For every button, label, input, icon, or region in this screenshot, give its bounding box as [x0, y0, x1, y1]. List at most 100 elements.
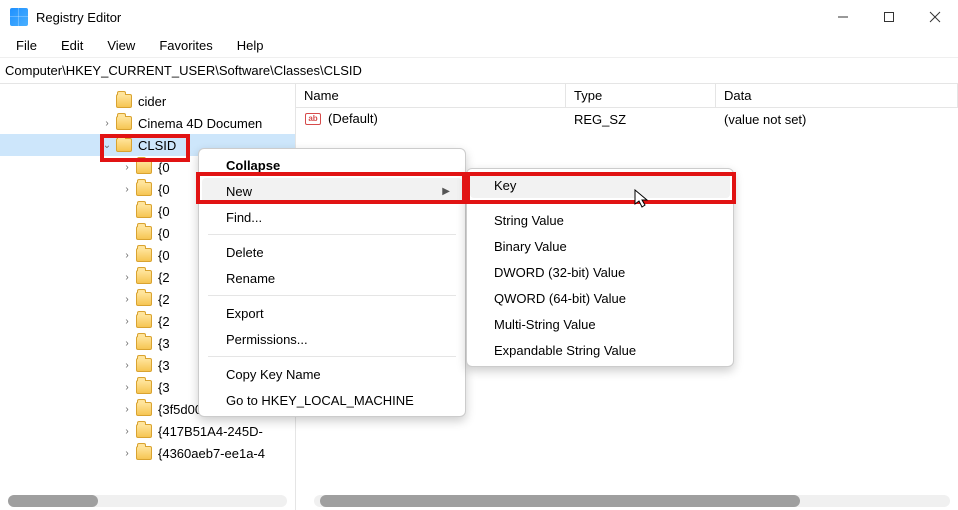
menu-separator [208, 234, 456, 235]
expand-icon[interactable]: › [120, 184, 134, 195]
menu-item[interactable]: String Value [470, 207, 730, 233]
expand-icon[interactable]: › [120, 448, 134, 459]
expand-icon[interactable]: › [120, 294, 134, 305]
menu-bar: File Edit View Favorites Help [0, 34, 958, 58]
col-type[interactable]: Type [566, 84, 716, 107]
value-row[interactable]: ab (Default) REG_SZ (value not set) [296, 108, 958, 130]
tree-label: {0 [158, 204, 170, 219]
menu-item[interactable]: DWORD (32-bit) Value [470, 259, 730, 285]
menu-item-label: Export [226, 306, 264, 321]
menu-item-label: Find... [226, 210, 262, 225]
folder-icon [136, 160, 152, 174]
menu-item-label: Rename [226, 271, 275, 286]
col-data[interactable]: Data [716, 84, 958, 107]
menu-item-label: Multi-String Value [494, 317, 596, 332]
expand-icon[interactable]: › [120, 404, 134, 415]
window-title: Registry Editor [36, 10, 121, 25]
folder-icon [136, 248, 152, 262]
menu-item[interactable]: Collapse [202, 152, 462, 178]
menu-item[interactable]: Multi-String Value [470, 311, 730, 337]
menu-favorites[interactable]: Favorites [147, 36, 224, 55]
tree-node[interactable]: › Cinema 4D Documen [0, 112, 295, 134]
tree-node[interactable]: cider [0, 90, 295, 112]
menu-item[interactable]: Key [470, 172, 730, 198]
tree-label: {2 [158, 292, 170, 307]
folder-icon [136, 380, 152, 394]
folder-icon [116, 138, 132, 152]
menu-item-label: Go to HKEY_LOCAL_MACHINE [226, 393, 414, 408]
expand-icon[interactable]: › [120, 250, 134, 261]
submenu-new[interactable]: Key String Value Binary Value DWORD (32-bit… [466, 168, 734, 367]
menu-item-label: New [226, 184, 252, 199]
value-name: (Default) [328, 111, 378, 126]
menu-item-label: DWORD (32-bit) Value [494, 265, 625, 280]
folder-icon [136, 270, 152, 284]
menu-item-label: QWORD (64-bit) Value [494, 291, 626, 306]
expand-icon[interactable]: › [120, 338, 134, 349]
expand-icon[interactable]: › [120, 426, 134, 437]
maximize-button[interactable] [866, 0, 912, 34]
menu-item[interactable]: Delete [202, 239, 462, 265]
menu-item-label: Key [494, 178, 516, 193]
menu-item[interactable]: Binary Value [470, 233, 730, 259]
string-value-icon: ab [304, 111, 322, 127]
tree-h-scrollbar[interactable] [8, 495, 287, 507]
tree-label: {3 [158, 358, 170, 373]
minimize-button[interactable] [820, 0, 866, 34]
menu-item[interactable]: Permissions... [202, 326, 462, 352]
menu-item-label: Collapse [226, 158, 280, 173]
menu-item[interactable]: New▶ [202, 178, 462, 204]
title-bar: Registry Editor [0, 0, 958, 34]
folder-icon [136, 314, 152, 328]
expand-icon[interactable]: ⌄ [100, 140, 114, 151]
list-h-scrollbar[interactable] [314, 495, 950, 507]
tree-label: cider [138, 94, 166, 109]
menu-separator [208, 295, 456, 296]
menu-item[interactable]: Go to HKEY_LOCAL_MACHINE [202, 387, 462, 413]
close-button[interactable] [912, 0, 958, 34]
tree-label: {0 [158, 160, 170, 175]
value-data: (value not set) [716, 112, 958, 127]
menu-item[interactable]: Export [202, 300, 462, 326]
menu-item[interactable]: Copy Key Name [202, 361, 462, 387]
menu-help[interactable]: Help [225, 36, 276, 55]
menu-item[interactable]: Find... [202, 204, 462, 230]
menu-item[interactable]: Rename [202, 265, 462, 291]
menu-item-label: String Value [494, 213, 564, 228]
menu-view[interactable]: View [95, 36, 147, 55]
tree-label: Cinema 4D Documen [138, 116, 262, 131]
menu-separator [208, 356, 456, 357]
menu-item[interactable]: QWORD (64-bit) Value [470, 285, 730, 311]
status-bar-scroll [0, 492, 958, 510]
folder-icon [136, 424, 152, 438]
expand-icon[interactable]: › [120, 316, 134, 327]
menu-item-label: Delete [226, 245, 264, 260]
menu-file[interactable]: File [4, 36, 49, 55]
tree-node[interactable]: › {4360aeb7-ee1a-4 [0, 442, 295, 464]
menu-edit[interactable]: Edit [49, 36, 95, 55]
tree-label: {0 [158, 248, 170, 263]
expand-icon[interactable]: › [120, 272, 134, 283]
menu-item[interactable]: Expandable String Value [470, 337, 730, 363]
tree-node[interactable]: › {417B51A4-245D- [0, 420, 295, 442]
tree-label: {3 [158, 380, 170, 395]
folder-icon [136, 204, 152, 218]
expand-icon[interactable]: › [120, 382, 134, 393]
col-name[interactable]: Name [296, 84, 566, 107]
tree-label: {0 [158, 226, 170, 241]
context-menu[interactable]: Collapse New▶ Find... Delete Rename Export Per… [198, 148, 466, 417]
folder-icon [136, 336, 152, 350]
expand-icon[interactable]: › [120, 360, 134, 371]
expand-icon[interactable]: › [100, 118, 114, 129]
expand-icon[interactable]: › [120, 162, 134, 173]
folder-icon [136, 358, 152, 372]
tree-label: {4360aeb7-ee1a-4 [158, 446, 265, 461]
app-icon [10, 8, 28, 26]
tree-label: CLSID [138, 138, 176, 153]
value-type: REG_SZ [566, 112, 716, 127]
tree-label: {417B51A4-245D- [158, 424, 263, 439]
address-bar[interactable]: Computer\HKEY_CURRENT_USER\Software\Clas… [0, 58, 958, 84]
menu-item-label: Permissions... [226, 332, 308, 347]
folder-icon [116, 116, 132, 130]
tree-label: {3 [158, 336, 170, 351]
